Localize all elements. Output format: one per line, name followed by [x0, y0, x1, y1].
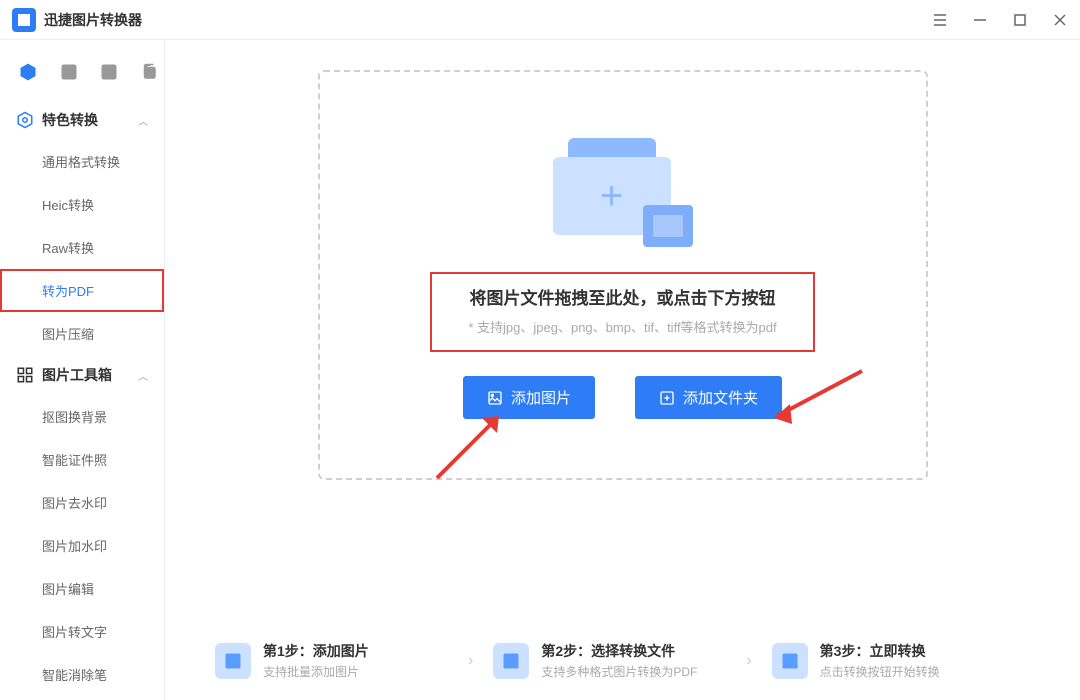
layers-icon[interactable]	[140, 62, 158, 82]
menu-button[interactable]	[932, 12, 948, 28]
steps-bar: 第1步：添加图片 支持批量添加图片 › 第2步：选择转换文件 支持多种格式图片转…	[215, 605, 1030, 700]
app-logo-icon	[12, 8, 36, 32]
sidebar-item-general-convert[interactable]: 通用格式转换	[0, 140, 164, 183]
dropzone-text-highlight: 将图片文件拖拽至此处，或点击下方按钮 * 支持jpg、jpeg、png、bmp、…	[430, 272, 814, 352]
sidebar-item-heic[interactable]: Heic转换	[0, 183, 164, 226]
sidebar-item-id-photo[interactable]: 智能证件照	[0, 438, 164, 481]
window-controls	[932, 12, 1068, 28]
sidebar-item-remove-watermark[interactable]: 图片去水印	[0, 481, 164, 524]
sidebar-item-raw[interactable]: Raw转换	[0, 226, 164, 269]
step-1: 第1步：添加图片 支持批量添加图片 ›	[215, 641, 473, 680]
step-2: 第2步：选择转换文件 支持多种格式图片转换为PDF ›	[493, 641, 751, 680]
chevron-right-icon: ›	[468, 652, 473, 670]
annotation-arrow-icon	[427, 408, 517, 488]
broken-image-icon[interactable]	[100, 62, 118, 82]
dropzone-subtitle: * 支持jpg、jpeg、png、bmp、tif、tiff等格式转换为pdf	[468, 317, 776, 336]
sidebar-item-to-pdf[interactable]: 转为PDF	[0, 269, 164, 312]
dropzone-title: 将图片文件拖拽至此处，或点击下方按钮	[468, 284, 776, 309]
sidebar-item-edit[interactable]: 图片编辑	[0, 567, 164, 610]
step-title: 第3步：立即转换	[820, 641, 1030, 661]
content-area: + 将图片文件拖拽至此处，或点击下方按钮 * 支持jpg、jpeg、png、bm…	[165, 40, 1080, 700]
app-title: 迅捷图片转换器	[44, 10, 142, 30]
section-title: 特色转换	[42, 110, 138, 130]
add-image-button[interactable]: 添加图片	[463, 376, 595, 419]
step-desc: 支持批量添加图片	[263, 663, 456, 680]
section-toolbox[interactable]: 图片工具箱 ︿	[0, 355, 164, 395]
dropzone-buttons: 添加图片 添加文件夹	[463, 376, 782, 419]
close-button[interactable]	[1052, 12, 1068, 28]
step-image-icon	[215, 643, 251, 679]
folder-illustration-icon: +	[543, 122, 703, 252]
section-title: 图片工具箱	[42, 365, 138, 385]
chevron-right-icon: ›	[746, 652, 751, 670]
dropzone[interactable]: + 将图片文件拖拽至此处，或点击下方按钮 * 支持jpg、jpeg、png、bm…	[318, 70, 928, 480]
hexagon-outline-icon	[16, 111, 34, 129]
sidebar-top-icons	[0, 48, 164, 100]
hexagon-icon[interactable]	[18, 62, 38, 82]
button-label: 添加图片	[511, 387, 571, 408]
sidebar-item-add-watermark[interactable]: 图片加水印	[0, 524, 164, 567]
chevron-up-icon: ︿	[138, 368, 148, 383]
section-featured[interactable]: 特色转换 ︿	[0, 100, 164, 140]
step-3: 第3步：立即转换 点击转换按钮开始转换	[772, 641, 1030, 680]
step-desc: 点击转换按钮开始转换	[820, 663, 1030, 680]
sidebar: 特色转换 ︿ 通用格式转换 Heic转换 Raw转换 转为PDF 图片压缩 图片…	[0, 40, 165, 700]
sidebar-item-ocr[interactable]: 图片转文字	[0, 610, 164, 653]
titlebar: 迅捷图片转换器	[0, 0, 1080, 40]
step-file-icon	[493, 643, 529, 679]
sidebar-item-compress[interactable]: 图片压缩	[0, 312, 164, 355]
step-convert-icon	[772, 643, 808, 679]
step-title: 第1步：添加图片	[263, 641, 456, 661]
step-desc: 支持多种格式图片转换为PDF	[541, 663, 734, 680]
maximize-button[interactable]	[1012, 12, 1028, 28]
button-label: 添加文件夹	[683, 387, 758, 408]
add-folder-button[interactable]: 添加文件夹	[635, 376, 782, 419]
grid-icon	[16, 366, 34, 384]
minimize-button[interactable]	[972, 12, 988, 28]
sidebar-item-bg-remove[interactable]: 抠图换背景	[0, 395, 164, 438]
image-icon	[487, 390, 503, 406]
chevron-up-icon: ︿	[138, 113, 148, 128]
image-icon[interactable]	[60, 62, 78, 82]
sidebar-item-mosaic[interactable]: 马赛克笔	[0, 696, 164, 700]
folder-plus-icon	[659, 390, 675, 406]
sidebar-item-eraser[interactable]: 智能消除笔	[0, 653, 164, 696]
step-title: 第2步：选择转换文件	[541, 641, 734, 661]
